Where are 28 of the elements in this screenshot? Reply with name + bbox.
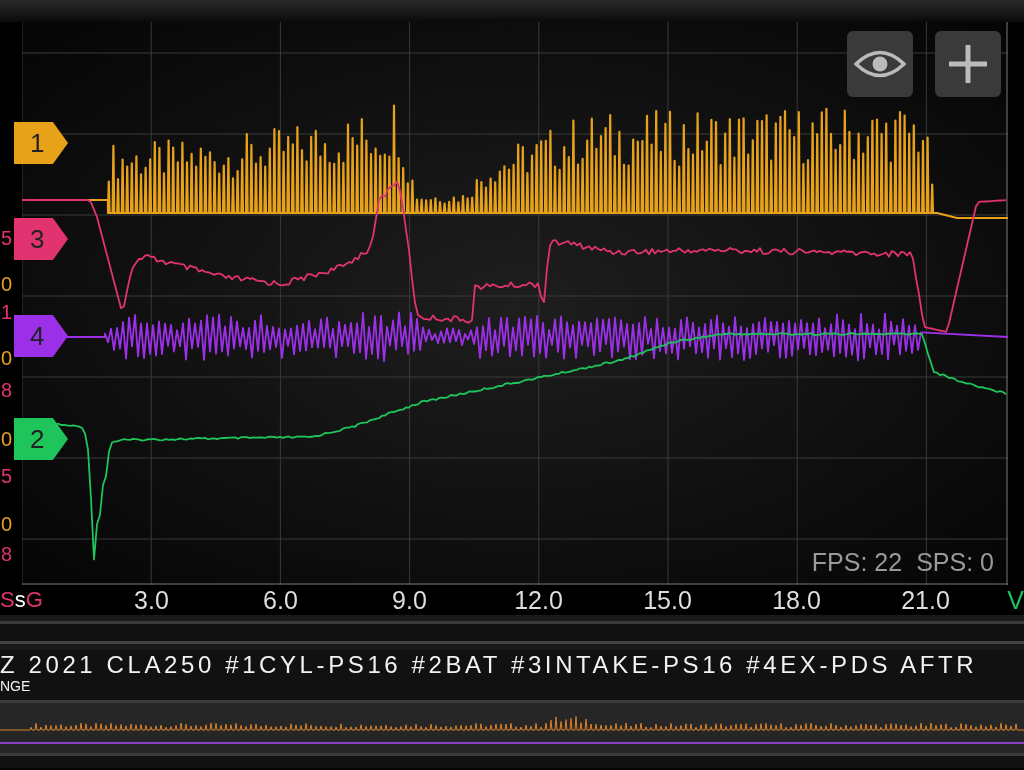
add-button[interactable] bbox=[935, 31, 1001, 97]
axis-label: 0 bbox=[1, 512, 13, 537]
stats-text: FPS: 22 bbox=[811, 548, 903, 577]
axis-label: 5 bbox=[1, 464, 13, 489]
axis-tick-label: 9.0 bbox=[391, 585, 428, 615]
unit-label: s bbox=[14, 586, 26, 614]
plus-icon bbox=[947, 43, 989, 85]
axis-label: 0 bbox=[1, 346, 13, 371]
visibility-button[interactable] bbox=[847, 31, 913, 97]
axis-tick-label: 15.0 bbox=[642, 585, 693, 615]
unit-label: V bbox=[1007, 585, 1024, 615]
axis-tick-label: 3.0 bbox=[133, 585, 170, 615]
axis-label: 8 bbox=[1, 378, 13, 403]
axis-label: 1 bbox=[1, 300, 13, 325]
axis-label: 5 bbox=[1, 226, 13, 251]
eye-icon bbox=[854, 49, 906, 79]
axis-label: 8 bbox=[1, 542, 13, 567]
axis-label: 0 bbox=[1, 427, 13, 452]
axis-tick-label: 21.0 bbox=[900, 585, 951, 615]
stats-text: SPS: 0 bbox=[916, 548, 994, 577]
axis-tick-label: 6.0 bbox=[262, 585, 299, 615]
unit-label: S bbox=[0, 586, 15, 614]
axis-tick-label: 18.0 bbox=[771, 585, 822, 615]
axis-tick-label: 12.0 bbox=[513, 585, 564, 615]
axis-label: 0 bbox=[1, 272, 13, 297]
recording-title: Z 2021 CLA250 #1CYL-PS16 #2BAT #3INTAKE-PS16 #4EX-PDS AFTR bbox=[0, 652, 979, 678]
unit-label: G bbox=[25, 586, 43, 614]
recording-title: NGE bbox=[0, 678, 32, 694]
